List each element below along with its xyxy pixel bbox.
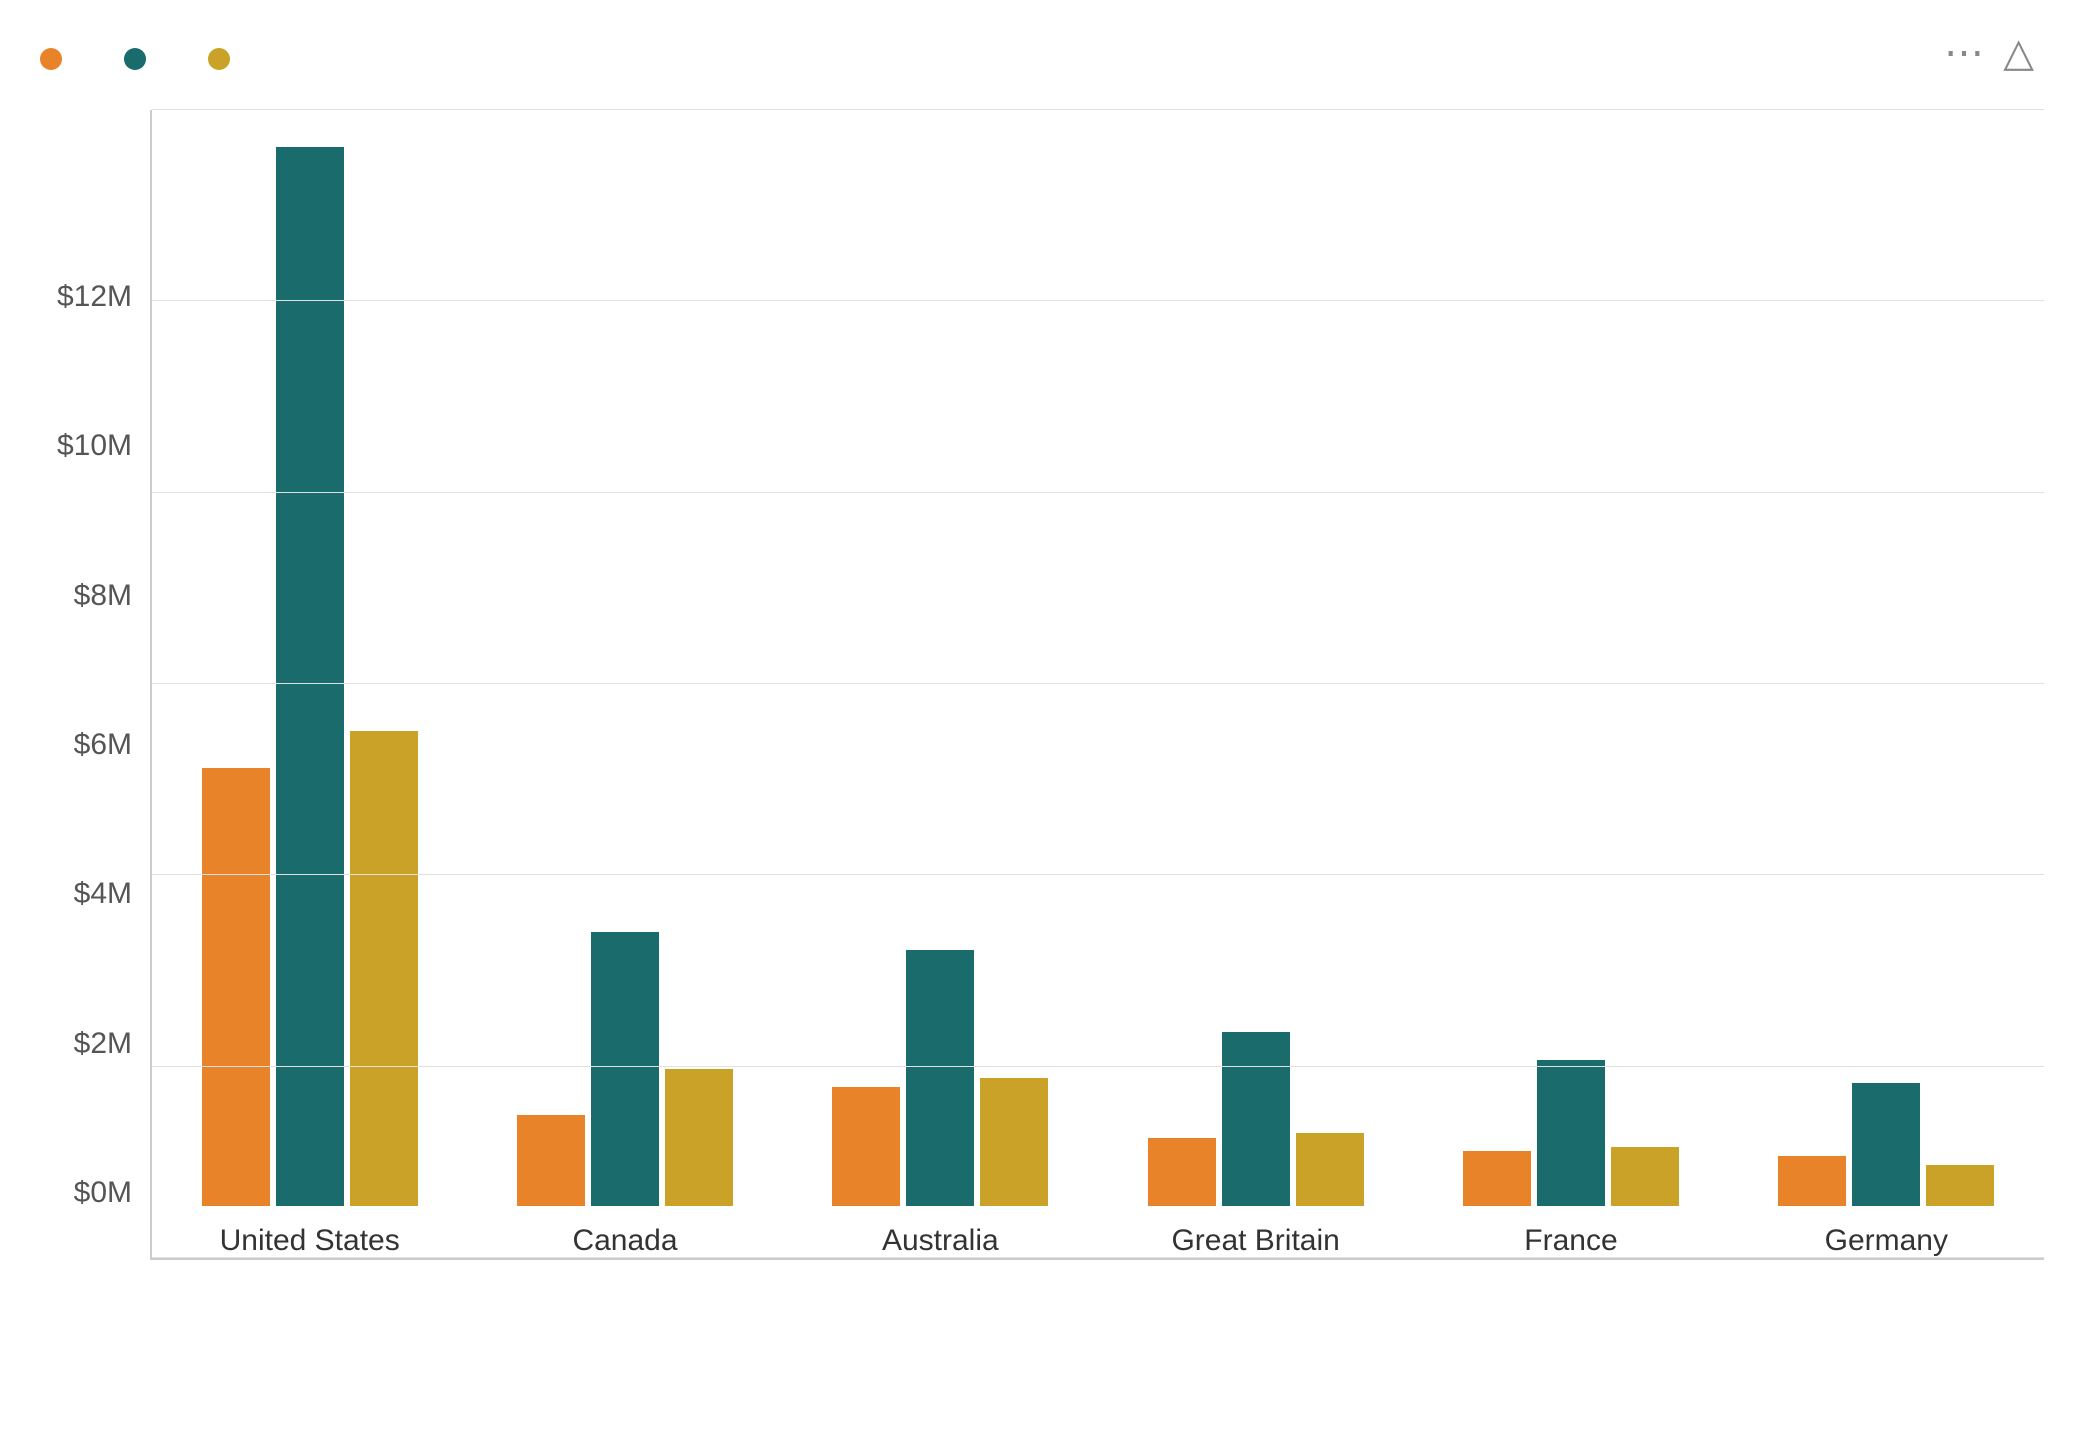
chart-area: $12M $10M $8M $6M $4M $2M $0M United States Can… xyxy=(40,110,2044,1260)
bars-section: United States Canada Australia Great Britai… xyxy=(150,110,2044,1260)
bar-large xyxy=(1148,1138,1216,1207)
country-label: Germany xyxy=(1825,1224,1948,1258)
gridline xyxy=(152,683,2044,684)
gridline xyxy=(152,1066,2044,1067)
gridline xyxy=(152,874,2044,875)
bar-small xyxy=(1926,1165,1994,1206)
gridline xyxy=(152,492,2044,493)
bar-small xyxy=(980,1078,1048,1206)
gridline xyxy=(152,109,2044,110)
bar-large xyxy=(832,1087,900,1206)
country-group: United States xyxy=(152,110,467,1258)
legend-dot-large xyxy=(40,48,62,70)
country-group: Australia xyxy=(783,110,1098,1258)
bar-small xyxy=(1296,1133,1364,1206)
bars-row xyxy=(467,110,782,1206)
country-group: Great Britain xyxy=(1098,110,1413,1258)
bars-row xyxy=(152,110,467,1206)
country-label: Canada xyxy=(572,1224,677,1258)
bar-medium xyxy=(591,932,659,1206)
bar-medium xyxy=(1537,1060,1605,1206)
y-axis-label: $6M xyxy=(74,728,132,762)
country-label: United States xyxy=(220,1224,400,1258)
bars-row xyxy=(1729,110,2044,1206)
chart-container: △ ⋯ $12M$10M$8M$6M$4M$2M$0M United Sta xyxy=(0,0,2084,1452)
bar-medium xyxy=(1222,1032,1290,1206)
legend xyxy=(40,48,2044,70)
y-axis: $12M $10M $8M $6M $4M $2M $0M xyxy=(40,280,150,1260)
y-axis-label: $8M xyxy=(74,579,132,613)
country-label: Australia xyxy=(882,1224,999,1258)
legend-item-small xyxy=(208,48,242,70)
bar-medium xyxy=(1852,1083,1920,1206)
country-label: France xyxy=(1524,1224,1617,1258)
y-axis-label: $4M xyxy=(74,877,132,911)
bar-small xyxy=(350,731,418,1206)
bar-large xyxy=(517,1115,585,1206)
bar-medium xyxy=(906,950,974,1206)
filter-icon[interactable]: △ xyxy=(2003,30,2034,76)
country-group: France xyxy=(1413,110,1728,1258)
bar-large xyxy=(202,768,270,1206)
legend-item-medium xyxy=(124,48,158,70)
country-group: Canada xyxy=(467,110,782,1258)
gridline xyxy=(152,300,2044,301)
gridline xyxy=(152,1257,2044,1258)
y-axis-label: $12M xyxy=(57,280,132,314)
ellipsis-icon[interactable]: ⋯ xyxy=(1944,30,1984,76)
bars-row xyxy=(1098,110,1413,1206)
bar-small xyxy=(665,1069,733,1206)
bar-medium xyxy=(276,147,344,1206)
legend-dot-medium xyxy=(124,48,146,70)
bar-large xyxy=(1463,1151,1531,1206)
country-label: Great Britain xyxy=(1171,1224,1339,1258)
bar-large xyxy=(1778,1156,1846,1206)
country-group: Germany xyxy=(1729,110,2044,1258)
legend-dot-small xyxy=(208,48,230,70)
y-axis-label: $10M xyxy=(57,429,132,463)
y-axis-label: $0M xyxy=(74,1176,132,1210)
legend-item-large xyxy=(40,48,74,70)
bars-row xyxy=(783,110,1098,1206)
bar-small xyxy=(1611,1147,1679,1206)
bars-row xyxy=(1413,110,1728,1206)
y-axis-label: $2M xyxy=(74,1027,132,1061)
bars-plot: United States Canada Australia Great Britai… xyxy=(150,110,2044,1260)
